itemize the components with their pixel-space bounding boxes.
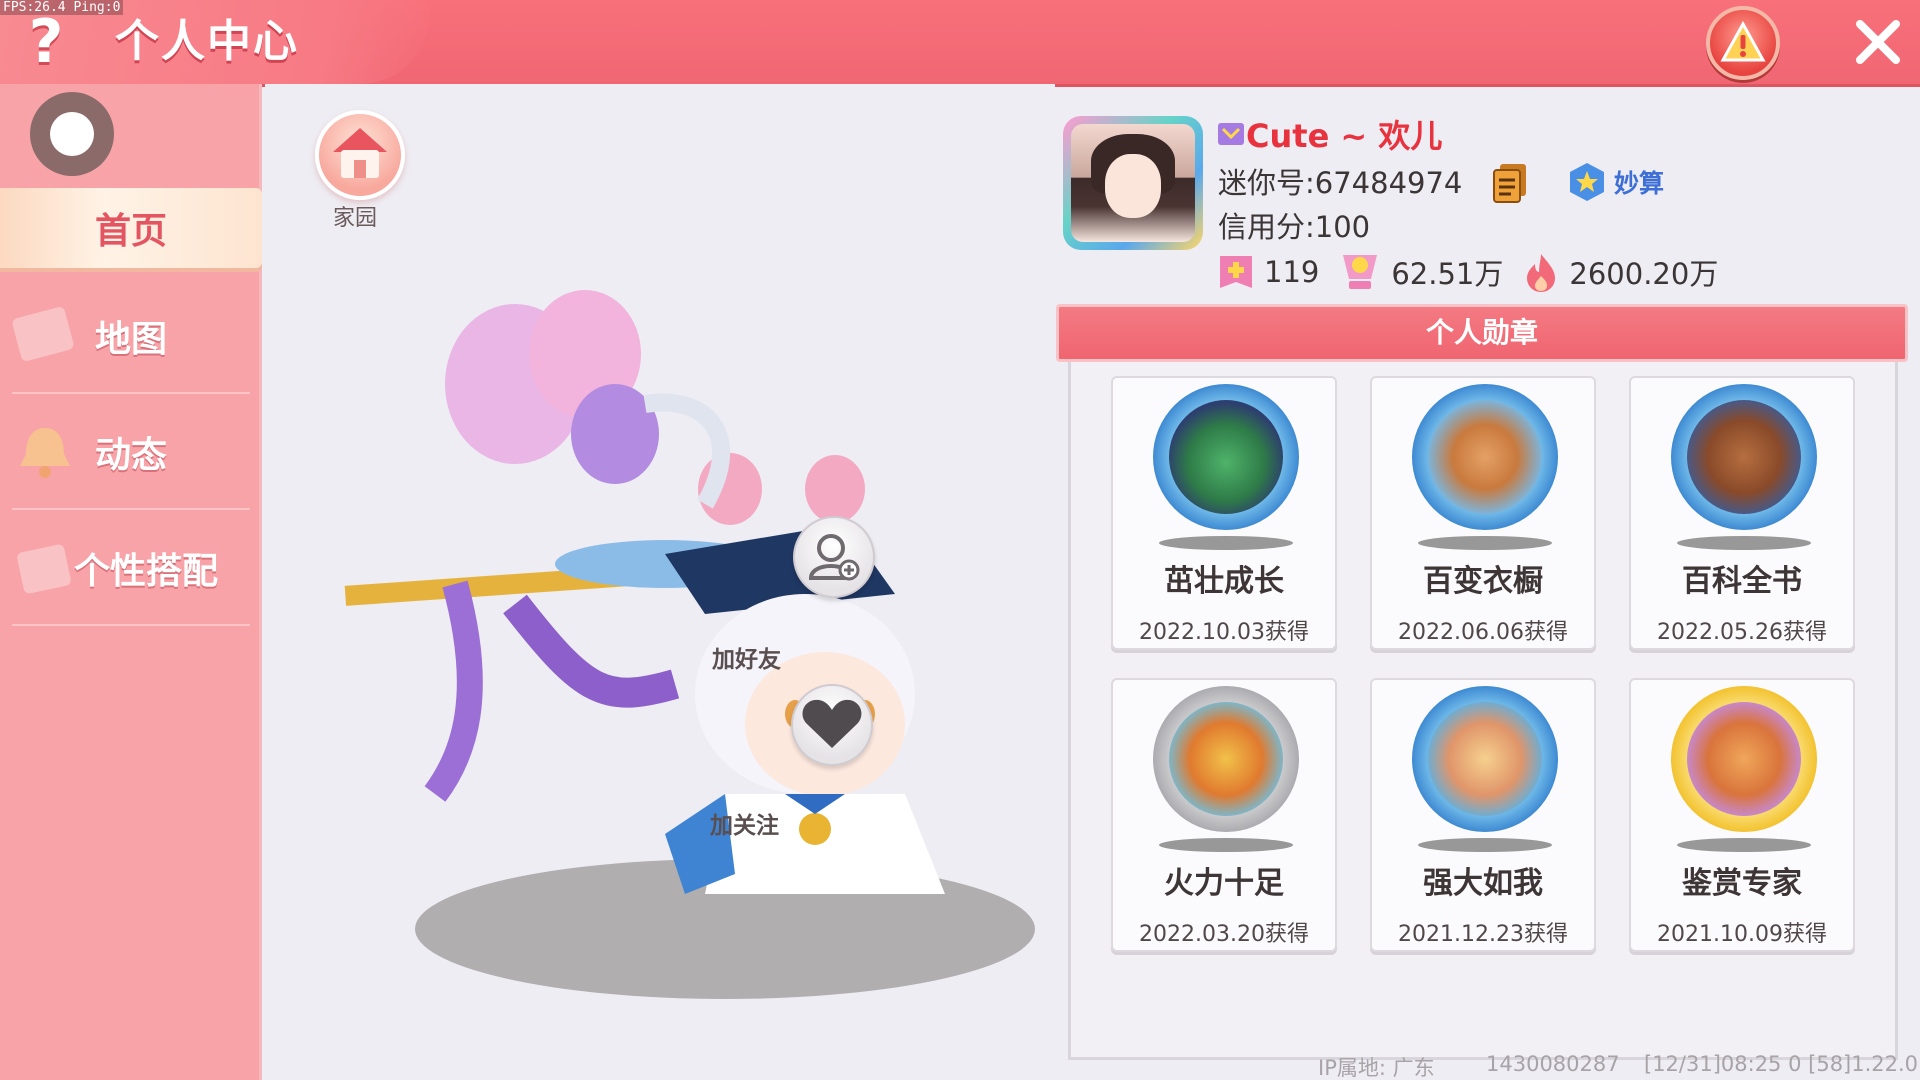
medal-card[interactable]: 火力十足 2022.03.20获得 [1111,678,1337,952]
medal-shadow [1418,838,1552,852]
medals-panel: 茁壮成长 2022.10.03获得 百变衣橱 2022.06.06获得 百科全书… [1068,362,1898,1060]
map-icon [12,307,74,361]
medal-card[interactable]: 茁壮成长 2022.10.03获得 [1111,376,1337,650]
flame-icon [1527,254,1556,292]
heart-icon [802,699,862,748]
medal-art [1169,702,1283,816]
trophy-icon [1343,255,1378,289]
medal-date: 2022.05.26获得 [1657,620,1827,645]
character-avatar[interactable] [285,274,985,894]
portrait-face [1105,154,1161,218]
mini-id: 迷你号:67484974 [1218,166,1463,200]
star-hexagon-icon [1570,163,1604,201]
medal-connoisseur-icon [1671,686,1817,832]
medal-shadow [1159,536,1293,550]
medal-date: 2021.12.23获得 [1398,922,1568,947]
medal-shadow [1159,838,1293,852]
close-button[interactable] [1848,12,1908,72]
copy-id-button[interactable] [1490,160,1530,204]
bell-icon [20,428,70,478]
user-uid: 1430080287 [1486,1052,1620,1076]
vip-badge-icon [1218,123,1244,145]
sidebar-item-feed[interactable]: 动态 [0,394,262,510]
close-icon [1856,20,1900,64]
medal-date: 2021.10.09获得 [1657,922,1827,947]
follow-button[interactable] [791,684,873,766]
medal-shadow [1418,536,1552,550]
medal-sprout-icon [1153,384,1299,530]
avatar-dot-icon [50,112,94,156]
add-friend-icon [808,534,860,581]
medal-name: 茁壮成长 [1164,564,1284,599]
character-stage: 家园 加好友 加关注 [265,84,1055,1080]
sidebar-item-outfit[interactable]: 个性搭配 [0,510,262,626]
medal-art [1428,400,1542,514]
avatar-toggle-button[interactable] [30,92,114,176]
sidebar-item-label: 首页 [94,211,167,252]
header-bar: ? 个人中心 [0,0,1920,84]
medal-name: 鉴赏专家 [1682,866,1802,901]
profile-avatar[interactable] [1063,116,1203,250]
medal-name: 强大如我 [1423,866,1543,901]
medal-date: 2022.06.06获得 [1398,620,1568,645]
medal-shadow [1677,536,1811,550]
medal-art [1687,702,1801,816]
medal-art [1169,400,1283,514]
medal-art [1428,702,1542,816]
medal-art [1687,400,1801,514]
add-friend-button[interactable] [793,516,875,598]
follow-label: 加关注 [710,813,779,839]
medal-card[interactable]: 百变衣橱 2022.06.06获得 [1370,376,1596,650]
popularity-count: 62.51万 [1391,257,1504,291]
copy-icon [1493,164,1526,203]
profile-name: Cute ~ 欢儿 [1246,117,1443,155]
medal-strong-icon [1412,686,1558,832]
medals-header: 个人勋章 [1056,304,1908,362]
house-icon [333,128,387,178]
fps-readout: FPS:26.4 Ping:0 [0,0,124,15]
medal-card[interactable]: 强大如我 2021.12.23获得 [1370,678,1596,952]
sidebar-item-map[interactable]: 地图 [0,278,262,394]
medal-card[interactable]: 鉴赏专家 2021.10.09获得 [1629,678,1855,952]
medal-date: 2022.10.03获得 [1139,620,1309,645]
sidebar-item-label: 个性搭配 [73,551,218,592]
medal-name: 火力十足 [1164,866,1284,901]
outfit-icon [17,544,71,594]
divider [12,624,250,626]
add-friend-label: 加好友 [712,647,781,673]
like-count: 119 [1264,255,1320,289]
title-tag[interactable]: 妙算 [1566,162,1664,202]
profile-stats: 119 62.51万 2600.20万 [1216,248,1736,296]
profile-name-row: Cute ~ 欢儿 [1216,114,1443,155]
like-icon [1220,256,1252,288]
home-label: 家园 [333,206,378,231]
medal-name: 百变衣橱 [1423,564,1543,599]
medal-firepower-icon [1153,686,1299,832]
page-title: 个人中心 [115,16,299,67]
warning-icon [1720,20,1766,62]
report-warning-button[interactable] [1706,6,1780,80]
profile-portrait [1071,124,1195,242]
sidebar-item-label: 动态 [94,435,167,476]
sidebar: 首页 地图 动态 个性搭配 [0,84,262,1080]
ip-location: IP属地: 广东 [1318,1056,1435,1080]
home-button[interactable] [315,110,405,200]
medal-card[interactable]: 百科全书 2022.05.26获得 [1629,376,1855,650]
medal-wardrobe-icon [1412,384,1558,530]
medal-shadow [1677,838,1811,852]
medal-date: 2022.03.20获得 [1139,922,1309,947]
heat-count: 2600.20万 [1569,257,1719,291]
credit-score: 信用分:100 [1218,210,1371,244]
help-button[interactable]: ? [16,6,76,78]
sidebar-item-home[interactable]: 首页 [0,188,262,268]
title-tag-label: 妙算 [1614,169,1665,198]
medal-encyclopedia-icon [1671,384,1817,530]
medal-name: 百科全书 [1682,564,1802,599]
build-version: [12/31]08:25 0 [58]1.22.0 [1644,1052,1919,1076]
sidebar-item-label: 地图 [94,319,167,360]
